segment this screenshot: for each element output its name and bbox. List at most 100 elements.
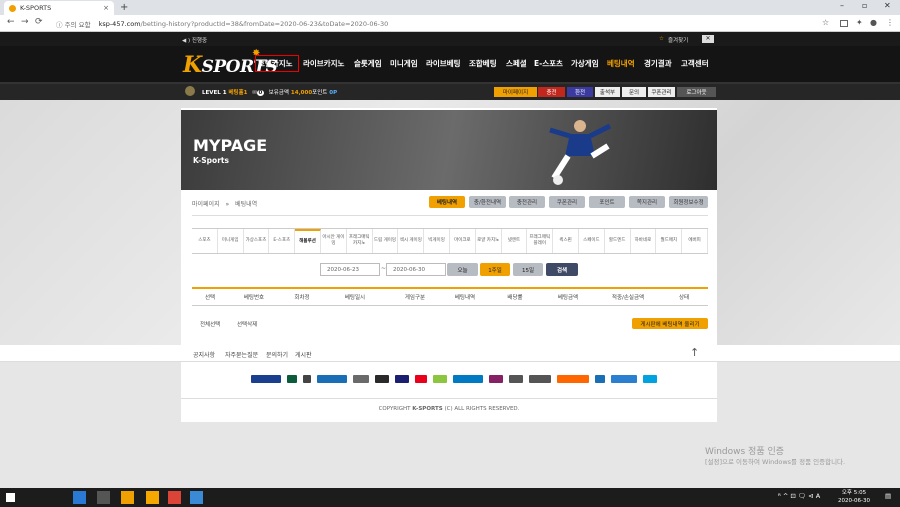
menu-item-8[interactable]: E-스포츠 [534, 58, 563, 69]
tab-mypage-5[interactable]: 포인트 [589, 196, 625, 208]
tab-mypage-4[interactable]: 쿠폰관리 [549, 196, 585, 208]
tab-mypage-3[interactable]: 충전관리 [509, 196, 545, 208]
edge-icon[interactable] [73, 491, 86, 504]
footer-link-1[interactable]: 공지사항 [193, 350, 215, 359]
user-button-1[interactable]: 마이페이지 [494, 87, 537, 97]
category-tab-8[interactable]: 드림 게이밍 [373, 229, 399, 253]
app-icon[interactable] [146, 491, 159, 504]
select-all-button[interactable]: 전체선택 [200, 320, 220, 328]
from-date-input[interactable]: 2020-06-23 [320, 263, 380, 276]
category-tab-18[interactable]: 하바네로 [631, 229, 657, 253]
footer-link-4[interactable]: 게시판 [295, 350, 312, 359]
category-tab-13[interactable]: 넷엔트 [502, 229, 528, 253]
filter-button-1[interactable]: 오늘 [447, 263, 478, 276]
menu-item-11[interactable]: 경기결과 [644, 58, 672, 69]
category-tab-11[interactable]: 마이크로 [450, 229, 476, 253]
menu-item-4[interactable]: 미니게임 [390, 58, 418, 69]
menu-item-5[interactable]: 라이브베팅 [426, 58, 461, 69]
category-tab-16[interactable]: 스페이드 [579, 229, 605, 253]
extensions-icon[interactable] [840, 20, 848, 27]
security-indicator[interactable]: ⓘ 주의 요함 [56, 19, 91, 29]
maximize-button[interactable]: ▫ [862, 1, 867, 10]
category-tab-1[interactable]: 스포츠 [192, 229, 218, 253]
menu-item-7[interactable]: 스페셜 [506, 58, 527, 69]
table-header-cell-7: 배당률 [507, 295, 523, 301]
notice-label[interactable]: ◀ ) 진행중 [182, 36, 207, 44]
category-tab-2[interactable]: 미니게임 [218, 229, 244, 253]
menu-item-2[interactable]: 라이브카지노 [303, 58, 344, 69]
delete-selected-button[interactable]: 선택삭제 [237, 320, 257, 328]
file-explorer-icon[interactable] [121, 491, 134, 504]
category-tab-17[interactable]: 할드엔드 [605, 229, 631, 253]
favorite-link[interactable]: 즐겨찾기 [668, 36, 688, 44]
tab-mypage-6[interactable]: 쪽지관리 [629, 196, 665, 208]
menu-item-6[interactable]: 조합베팅 [469, 58, 497, 69]
breadcrumb-root[interactable]: 마이페이지 [192, 201, 220, 208]
category-tab-14[interactable]: 프래그매틱 플레이 [527, 229, 554, 253]
category-tab-4[interactable]: E-스포츠 [269, 229, 296, 253]
profile-icon[interactable]: ● [870, 18, 877, 27]
user-button-7[interactable]: 로그아웃 [677, 87, 716, 97]
footer-link-3[interactable]: 문의하기 [266, 350, 288, 359]
user-button-5[interactable]: 문의 [622, 87, 646, 97]
browser-tab[interactable]: K-SPORTS × [4, 1, 114, 15]
user-button-3[interactable]: 환전 [567, 87, 593, 97]
menu-item-1[interactable]: 호텔카지노 [258, 58, 293, 69]
windows-start-icon[interactable] [6, 493, 15, 502]
browser-tab-bar [0, 0, 900, 15]
category-tab-15[interactable]: 퀵스핀 [553, 229, 579, 253]
menu-item-10[interactable]: 베팅내역 [607, 58, 635, 69]
banner-title: MYPAGE [193, 136, 268, 155]
category-tab-20[interactable]: 에버피 [682, 229, 708, 253]
category-tab-3[interactable]: 가상스포츠 [244, 229, 270, 253]
window-close-button[interactable]: ✕ [884, 1, 891, 10]
photos-icon[interactable] [190, 491, 203, 504]
scroll-top-icon[interactable]: ↑ [690, 346, 699, 359]
user-button-2[interactable]: 충전 [538, 87, 565, 97]
menu-item-12[interactable]: 고객센터 [681, 58, 709, 69]
to-date-input[interactable]: 2020-06-30 [386, 263, 446, 276]
more-icon[interactable]: ⋮ [886, 18, 894, 27]
notification-icon[interactable]: ▤ [885, 492, 891, 500]
new-tab-button[interactable]: + [120, 2, 128, 13]
user-button-6[interactable]: 쿠폰관리 [648, 87, 675, 97]
category-tab-10[interactable]: 빅게이밍 [424, 229, 450, 253]
category-tab-6[interactable]: 아시안 게이밍 [321, 229, 347, 253]
clock-date: 2020-06-30 [838, 498, 870, 504]
tab-mypage-7[interactable]: 회원정보수정 [669, 196, 708, 208]
close-strip-icon[interactable]: ✕ [702, 35, 714, 43]
category-tab-12[interactable]: 로얄 카지노 [476, 229, 502, 253]
category-tab-19[interactable]: 월드매치 [656, 229, 683, 253]
category-tab-9[interactable]: 섹시 게이밍 [398, 229, 425, 253]
task-view-icon[interactable] [52, 491, 65, 504]
filter-button-2[interactable]: 1주일 [480, 263, 510, 276]
url-field[interactable]: ⓘ 주의 요함 ksp-457.com /betting-history?pro… [56, 17, 388, 30]
copyright-brand: K-SPORTS [412, 406, 443, 412]
payment-logo-visa [395, 375, 409, 383]
reload-button[interactable]: ⟳ [35, 17, 43, 27]
tab-mypage-2[interactable]: 충/환전내역 [469, 196, 506, 208]
footer-link-2[interactable]: 자주묻는질문 [225, 350, 258, 359]
tab-mypage-1[interactable]: 베팅내역 [429, 196, 465, 208]
calculator-icon[interactable] [97, 491, 110, 504]
chrome-icon[interactable] [168, 491, 181, 504]
filter-button-3[interactable]: 15일 [513, 263, 543, 276]
post-betting-history-button[interactable]: 게시판에 베팅내역 올리기 [632, 318, 708, 329]
bookmark-star-icon[interactable]: ☆ [822, 18, 829, 27]
forward-button[interactable]: → [21, 17, 29, 27]
back-button[interactable]: ← [7, 17, 15, 27]
tab-close-icon[interactable]: × [103, 4, 109, 12]
system-tray[interactable]: ᴿ ^ ⊡ 🗨 ⊲ A [778, 492, 820, 500]
copyright-prefix: COPYRIGHT [378, 406, 413, 412]
puzzle-icon[interactable]: ✦ [856, 18, 863, 27]
category-tab-5[interactable]: 해볼루션 [295, 229, 321, 253]
search-icon[interactable] [30, 491, 43, 504]
category-tab-7[interactable]: 프래그매틱 카지노 [347, 229, 373, 253]
minimize-button[interactable]: – [840, 1, 844, 10]
menu-item-3[interactable]: 슬롯게임 [354, 58, 382, 69]
user-button-4[interactable]: 출석부 [595, 87, 620, 97]
clock[interactable]: 오후 5:05 2020-06-30 [838, 489, 870, 505]
filter-button-4[interactable]: 검색 [546, 263, 578, 276]
table-header-cell-6: 베팅내역 [454, 295, 476, 301]
menu-item-9[interactable]: 가상게임 [571, 58, 599, 69]
